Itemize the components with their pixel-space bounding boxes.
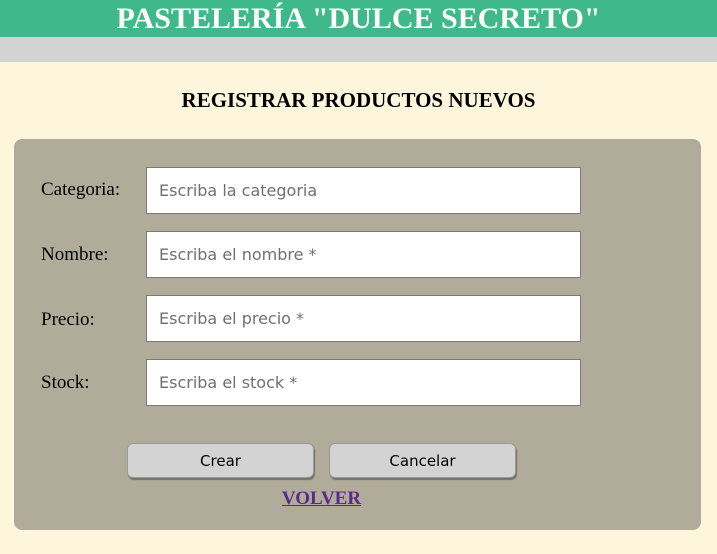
price-label: Precio: xyxy=(41,309,95,330)
nav-bar xyxy=(0,37,717,62)
back-link[interactable]: VOLVER xyxy=(14,488,629,510)
product-form: Categoria: Nombre: Precio: Stock: Crear … xyxy=(14,139,701,530)
stock-input[interactable] xyxy=(146,359,581,406)
create-button[interactable]: Crear xyxy=(127,443,314,478)
stock-label: Stock: xyxy=(41,372,90,393)
page-title: REGISTRAR PRODUCTOS NUEVOS xyxy=(181,88,536,112)
category-label: Categoria: xyxy=(41,179,121,200)
cancel-button[interactable]: Cancelar xyxy=(329,443,516,478)
category-input[interactable] xyxy=(146,167,581,214)
name-label: Nombre: xyxy=(41,244,109,265)
name-input[interactable] xyxy=(146,231,581,278)
site-title-banner: PASTELERÍA "DULCE SECRETO" xyxy=(0,0,717,37)
price-input[interactable] xyxy=(146,295,581,342)
